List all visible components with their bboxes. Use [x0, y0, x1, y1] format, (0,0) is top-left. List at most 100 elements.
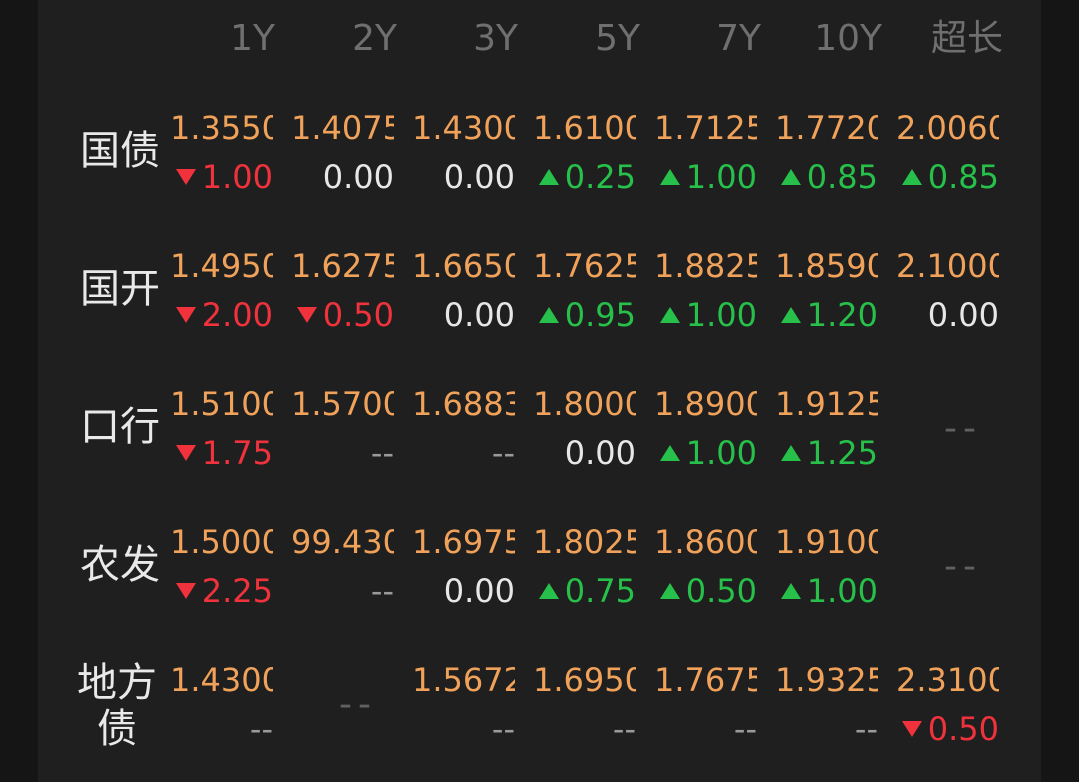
yield-value[interactable]: 1.5100: [170, 384, 273, 424]
yield-value[interactable]: 1.6883: [412, 384, 515, 424]
column-header-2[interactable]: 3Y: [396, 14, 518, 64]
change-text: 0.00: [443, 296, 515, 334]
up-triangle-icon: [780, 583, 801, 599]
yield-value[interactable]: 1.5672: [412, 660, 515, 700]
change-text: 0.75: [564, 572, 636, 610]
yield-value[interactable]: 1.8025: [533, 522, 636, 562]
change-value: --: [533, 709, 636, 749]
yield-value[interactable]: 99.430: [291, 522, 394, 562]
change-text: 1.25: [806, 434, 878, 472]
yield-value[interactable]: 1.6950: [533, 660, 636, 700]
change-text: 0.00: [322, 158, 394, 196]
yield-value[interactable]: 1.4075: [291, 108, 394, 148]
row-label[interactable]: 口行: [60, 404, 180, 450]
yield-value[interactable]: 1.9100: [775, 522, 878, 562]
change-value: 0.25: [533, 157, 636, 197]
column-header-4[interactable]: 7Y: [639, 14, 761, 64]
change-text: 1.20: [806, 296, 878, 334]
yield-value[interactable]: 1.6975: [412, 522, 515, 562]
change-value: 1.00: [654, 295, 757, 335]
change-text: 0.50: [927, 710, 999, 748]
row-label[interactable]: 国债: [60, 128, 180, 174]
yield-value[interactable]: 1.8590: [775, 246, 878, 286]
change-value: 0.00: [412, 157, 515, 197]
change-text: 2.25: [201, 572, 273, 610]
yield-value[interactable]: 1.6650: [412, 246, 515, 286]
up-triangle-icon: [659, 169, 680, 185]
yield-value[interactable]: 1.4300: [412, 108, 515, 148]
yield-value[interactable]: 1.7625: [533, 246, 636, 286]
change-text: 0.95: [564, 296, 636, 334]
yield-value[interactable]: 2.0060: [896, 108, 999, 148]
yield-value[interactable]: 1.4300: [170, 660, 273, 700]
yield-value[interactable]: 1.8900: [654, 384, 757, 424]
change-value: 2.25: [170, 571, 273, 611]
down-triangle-icon: [175, 307, 196, 323]
yield-value[interactable]: 1.7720: [775, 108, 878, 148]
change-text: --: [370, 434, 394, 472]
change-text: 0.50: [685, 572, 757, 610]
yield-value[interactable]: 1.3550: [170, 108, 273, 148]
change-text: 1.00: [685, 158, 757, 196]
change-value: 0.00: [412, 571, 515, 611]
row-label[interactable]: 地方债: [77, 660, 157, 752]
change-text: --: [370, 572, 394, 610]
up-triangle-icon: [659, 583, 680, 599]
change-text: 1.00: [806, 572, 878, 610]
yield-value[interactable]: 1.7125: [654, 108, 757, 148]
change-text: --: [854, 710, 878, 748]
column-header-6[interactable]: 超长: [881, 14, 1003, 64]
change-value: 0.50: [291, 295, 394, 335]
change-text: --: [733, 710, 757, 748]
change-text: --: [491, 434, 515, 472]
change-text: 0.00: [927, 296, 999, 334]
column-header-0[interactable]: 1Y: [153, 14, 275, 64]
change-text: 0.50: [322, 296, 394, 334]
empty-cell: --: [339, 684, 377, 725]
column-header-5[interactable]: 10Y: [760, 14, 882, 64]
change-value: 1.00: [654, 433, 757, 473]
down-triangle-icon: [175, 445, 196, 461]
up-triangle-icon: [901, 169, 922, 185]
change-value: --: [412, 433, 515, 473]
change-text: 2.00: [201, 296, 273, 334]
yield-value[interactable]: 1.5000: [170, 522, 273, 562]
change-text: 1.00: [201, 158, 273, 196]
change-value: 1.25: [775, 433, 878, 473]
yield-value[interactable]: 1.4950: [170, 246, 273, 286]
yield-value[interactable]: 1.8600: [654, 522, 757, 562]
yield-value[interactable]: 2.1000: [896, 246, 999, 286]
yield-value[interactable]: 2.3100: [896, 660, 999, 700]
up-triangle-icon: [538, 583, 559, 599]
change-value: 0.00: [896, 295, 999, 335]
yield-value[interactable]: 1.9125: [775, 384, 878, 424]
yield-value[interactable]: 1.5700: [291, 384, 394, 424]
change-value: 0.85: [775, 157, 878, 197]
down-triangle-icon: [296, 307, 317, 323]
column-header-1[interactable]: 2Y: [275, 14, 397, 64]
change-text: 1.00: [685, 296, 757, 334]
yield-value[interactable]: 1.8825: [654, 246, 757, 286]
up-triangle-icon: [538, 307, 559, 323]
yield-value[interactable]: 1.7675: [654, 660, 757, 700]
down-triangle-icon: [175, 169, 196, 185]
yield-value[interactable]: 1.6100: [533, 108, 636, 148]
column-header-3[interactable]: 5Y: [518, 14, 640, 64]
change-value: --: [654, 709, 757, 749]
yield-value[interactable]: 1.9325: [775, 660, 878, 700]
yield-value[interactable]: 1.6275: [291, 246, 394, 286]
row-label[interactable]: 农发: [60, 542, 180, 588]
change-value: 0.50: [896, 709, 999, 749]
change-value: 0.00: [412, 295, 515, 335]
change-value: 0.85: [896, 157, 999, 197]
change-value: 0.50: [654, 571, 757, 611]
change-value: --: [291, 433, 394, 473]
change-text: --: [491, 710, 515, 748]
row-label[interactable]: 国开: [60, 266, 180, 312]
change-value: 1.00: [654, 157, 757, 197]
change-text: 0.00: [443, 158, 515, 196]
yield-value[interactable]: 1.8000: [533, 384, 636, 424]
change-value: 2.00: [170, 295, 273, 335]
down-triangle-icon: [901, 721, 922, 737]
change-text: 0.00: [564, 434, 636, 472]
